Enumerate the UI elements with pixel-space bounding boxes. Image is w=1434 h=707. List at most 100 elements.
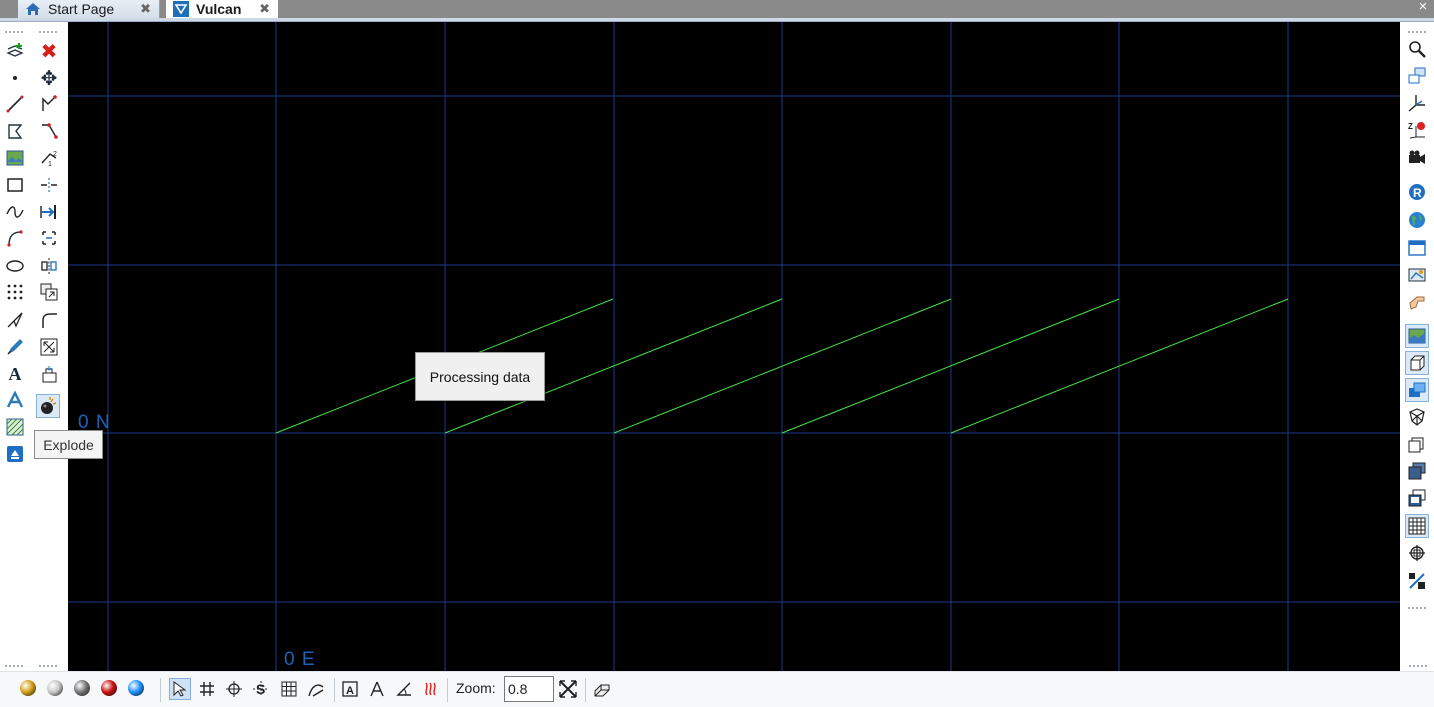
toolbar-grip[interactable]	[1407, 606, 1427, 610]
bottom-toolbar: S A Zoom:	[0, 664, 1434, 707]
zoom-icon[interactable]	[1405, 37, 1429, 61]
gold-ball-icon[interactable]	[20, 680, 36, 696]
tab-start-page[interactable]: Start Page ✖	[18, 0, 160, 18]
polygon-icon[interactable]	[3, 119, 27, 143]
viewport-canvas[interactable]	[68, 22, 1400, 671]
tab-start-page-label: Start Page	[48, 1, 115, 17]
toolbar-separator	[585, 678, 586, 702]
sections-icon[interactable]	[1405, 432, 1429, 456]
snap-grid-icon[interactable]	[196, 678, 218, 700]
move-point-icon[interactable]	[37, 92, 61, 116]
angle-icon[interactable]	[393, 678, 415, 700]
vulcan-logo-icon	[172, 1, 190, 17]
curve-icon[interactable]	[3, 200, 27, 224]
red-ball-icon[interactable]	[101, 680, 117, 696]
3d-viewport[interactable]: 0 N 0 E	[68, 22, 1400, 671]
image-icon[interactable]	[3, 146, 27, 170]
east-axis-label: 0 E	[284, 649, 316, 670]
renumber-icon[interactable]: 12	[37, 146, 61, 170]
zoom-reset-icon[interactable]	[557, 678, 579, 700]
globe-icon[interactable]	[1405, 208, 1429, 232]
toolbar-grip[interactable]	[38, 664, 58, 668]
toolbar-grip[interactable]	[1407, 30, 1427, 34]
camera-icon[interactable]	[1405, 146, 1429, 170]
arc-icon[interactable]	[3, 226, 27, 250]
grid-icon[interactable]	[1405, 514, 1429, 538]
add-layer-icon[interactable]	[3, 39, 27, 63]
fillet-icon[interactable]	[37, 308, 61, 332]
svg-text:R: R	[1413, 186, 1422, 200]
digitise-icon[interactable]	[3, 308, 27, 332]
grid-lines	[68, 22, 1400, 671]
snap-cell-icon[interactable]	[278, 678, 300, 700]
toolbar-grip[interactable]	[4, 664, 24, 668]
text-box-icon[interactable]: A	[339, 678, 361, 700]
left-toolbar: A ✖ ✥ 12	[0, 22, 68, 671]
right-toolbar: Z R	[1400, 22, 1434, 671]
copy-icon[interactable]	[37, 280, 61, 304]
processing-popup: Processing data	[415, 352, 545, 401]
snap-point-icon[interactable]	[223, 678, 245, 700]
hatch-icon[interactable]	[3, 415, 27, 439]
hand-icon[interactable]	[1405, 290, 1429, 314]
delete-icon[interactable]: ✖	[37, 39, 61, 63]
silver-ball-icon[interactable]	[47, 680, 63, 696]
point-icon[interactable]	[3, 66, 27, 90]
tab-vulcan-label: Vulcan	[196, 1, 242, 17]
toolbar-separator	[447, 678, 448, 702]
image-display-icon[interactable]	[1405, 324, 1429, 348]
print-icon[interactable]	[1405, 263, 1429, 287]
zoom-label: Zoom:	[456, 680, 496, 696]
split-icon[interactable]	[37, 173, 61, 197]
cube-icon[interactable]	[1405, 351, 1429, 375]
stack-icon[interactable]	[1405, 459, 1429, 483]
tab-vulcan[interactable]: Vulcan ✖	[166, 0, 278, 18]
home-icon	[24, 1, 42, 17]
zoom-input[interactable]	[504, 676, 554, 702]
reverse-icon[interactable]	[37, 226, 61, 250]
text-icon[interactable]: A	[3, 362, 27, 386]
toolbar-separator	[334, 678, 335, 702]
insert-point-icon[interactable]	[37, 119, 61, 143]
export-icon[interactable]	[3, 442, 27, 466]
compass-icon[interactable]	[366, 678, 388, 700]
snap-line-icon[interactable]	[305, 678, 327, 700]
toolbar-grip[interactable]	[1408, 664, 1428, 668]
close-icon[interactable]: ✖	[140, 1, 151, 17]
extend-icon[interactable]	[37, 200, 61, 224]
pen-icon[interactable]	[3, 335, 27, 359]
line-icon[interactable]	[3, 92, 27, 116]
wireframe-icon[interactable]	[1405, 405, 1429, 429]
axes-icon[interactable]	[1405, 91, 1429, 115]
toolbar-grip[interactable]	[4, 30, 24, 34]
3d-text-icon[interactable]	[3, 388, 27, 412]
svg-text:A: A	[346, 685, 354, 697]
snap-icon[interactable]	[1405, 569, 1429, 593]
toolbar-grip[interactable]	[38, 30, 58, 34]
window-icon[interactable]	[1405, 64, 1429, 88]
scale-icon[interactable]	[37, 335, 61, 359]
blue-balls-icon[interactable]	[128, 680, 144, 696]
grey-ball-icon[interactable]	[74, 680, 90, 696]
z-axis-icon[interactable]: Z	[1405, 118, 1429, 142]
eraser-icon[interactable]	[591, 678, 613, 700]
snap-string-icon[interactable]: S	[250, 678, 272, 700]
panel-icon[interactable]	[1405, 236, 1429, 260]
svg-text:2: 2	[53, 151, 57, 158]
r-icon[interactable]: R	[1405, 180, 1429, 204]
edit-attributes-icon[interactable]	[37, 362, 61, 386]
explode-icon[interactable]	[36, 394, 60, 418]
target-icon[interactable]	[1405, 541, 1429, 565]
window-close-icon[interactable]: ✕	[1416, 0, 1430, 14]
svg-text:Z: Z	[1408, 122, 1413, 131]
layers-icon[interactable]	[1405, 378, 1429, 402]
contour-icon[interactable]	[420, 678, 442, 700]
close-icon[interactable]: ✖	[259, 1, 270, 17]
ellipse-icon[interactable]	[3, 254, 27, 278]
rectangle-icon[interactable]	[3, 173, 27, 197]
overlay-icon[interactable]	[1405, 486, 1429, 510]
select-cursor-icon[interactable]	[169, 678, 191, 700]
move-icon[interactable]: ✥	[37, 66, 61, 90]
mirror-icon[interactable]	[37, 254, 61, 278]
point-grid-icon[interactable]	[3, 280, 27, 304]
